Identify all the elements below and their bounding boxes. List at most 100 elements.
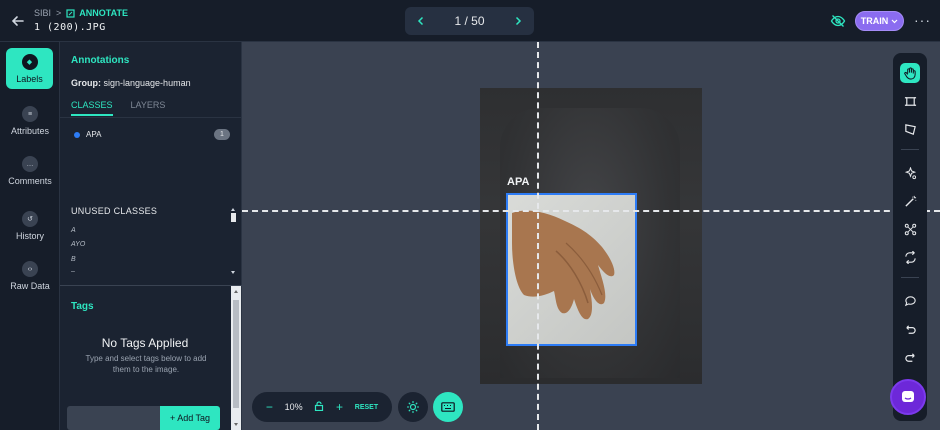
image-filename: 1 (200).JPG xyxy=(34,22,106,33)
undo-icon xyxy=(905,324,916,334)
next-image-button[interactable] xyxy=(512,13,524,29)
keypoint-tool-button[interactable] xyxy=(900,219,920,239)
group-label: Group: xyxy=(71,78,101,88)
comment-icon xyxy=(904,295,916,306)
class-item-apa[interactable]: APA 1 xyxy=(74,129,230,140)
back-arrow-icon[interactable] xyxy=(10,13,26,29)
zoom-level: 10% xyxy=(284,402,303,412)
reset-zoom-button[interactable]: RESET xyxy=(355,404,378,411)
undo-button[interactable] xyxy=(900,319,920,339)
scroll-down-arrow-icon[interactable] xyxy=(234,423,238,426)
zoom-controls: − 10% + RESET xyxy=(252,392,392,422)
rail-item-raw-data[interactable]: ‹› Raw Data xyxy=(0,261,60,291)
tabs-divider xyxy=(60,117,242,118)
tab-layers[interactable]: LAYERS xyxy=(131,100,166,116)
rail-item-comments[interactable]: … Comments xyxy=(0,156,60,186)
keyboard-icon xyxy=(441,402,455,412)
class-color-dot xyxy=(74,131,80,138)
redo-button[interactable] xyxy=(900,347,920,367)
unused-class-item[interactable]: B xyxy=(71,256,76,263)
toolbar-divider xyxy=(901,277,919,278)
rail-item-attributes[interactable]: ≡ Attributes xyxy=(0,106,60,136)
no-tags-title: No Tags Applied xyxy=(101,336,189,350)
unused-class-item[interactable]: – xyxy=(71,268,75,275)
polygon-icon xyxy=(904,123,916,135)
rail-item-history[interactable]: ↺ History xyxy=(0,211,60,241)
rail-item-label: History xyxy=(15,231,44,241)
scroll-up-arrow-icon[interactable] xyxy=(231,208,235,211)
unused-classes-title: UNUSED CLASSES xyxy=(71,206,158,216)
chat-icon xyxy=(902,391,914,402)
previous-image-button[interactable] xyxy=(415,13,427,29)
chevron-right-icon xyxy=(515,16,522,26)
nodes-icon xyxy=(904,223,916,235)
repeat-icon xyxy=(904,250,916,264)
breadcrumb: SIBI > ANNOTATE xyxy=(34,8,128,18)
tab-classes[interactable]: CLASSES xyxy=(71,100,113,116)
bounding-box[interactable] xyxy=(506,193,637,346)
breadcrumb-section: ANNOTATE xyxy=(66,8,128,18)
section-divider xyxy=(60,285,242,286)
tag-input[interactable] xyxy=(67,406,161,430)
rail-item-label: Labels xyxy=(16,73,43,84)
add-tag-button[interactable]: + Add Tag xyxy=(160,406,220,430)
group-value: sign-language-human xyxy=(103,78,191,88)
class-name: APA xyxy=(86,130,102,139)
crosshair-horizontal xyxy=(242,210,940,212)
breadcrumb-section-label: ANNOTATE xyxy=(79,8,128,18)
unused-class-item[interactable]: AYO xyxy=(71,241,85,248)
unused-class-item[interactable]: A xyxy=(71,227,76,234)
group-info: Group: sign-language-human xyxy=(71,78,191,88)
brightness-button[interactable] xyxy=(398,392,428,422)
train-label: TRAIN xyxy=(860,16,889,26)
smart-select-tool-button[interactable] xyxy=(900,163,920,183)
train-button[interactable]: TRAIN xyxy=(855,11,904,31)
panel-title: Annotations xyxy=(71,55,130,66)
rail-item-label: Comments xyxy=(8,176,52,186)
comment-tool-button[interactable] xyxy=(900,291,920,311)
history-icon: ↺ xyxy=(22,211,38,227)
panel-tabs: CLASSES LAYERS xyxy=(71,100,165,116)
repeat-annotation-button[interactable] xyxy=(900,247,920,267)
no-tags-hint: Type and select tags below to add them t… xyxy=(85,354,207,374)
image-pager: 1 / 50 xyxy=(405,7,534,35)
scroll-thumb[interactable] xyxy=(233,300,239,408)
unlock-icon[interactable] xyxy=(314,401,324,413)
scroll-thumb[interactable] xyxy=(231,213,236,222)
magic-wand-icon xyxy=(904,195,916,207)
eye-off-icon[interactable] xyxy=(830,13,846,29)
panel-scrollbar[interactable] xyxy=(231,286,241,430)
annotation-canvas[interactable]: APA xyxy=(242,42,940,430)
unused-classes-scrollbar[interactable] xyxy=(231,208,236,274)
breadcrumb-project[interactable]: SIBI xyxy=(34,8,51,18)
bounding-box-label: APA xyxy=(507,176,530,188)
scroll-down-arrow-icon[interactable] xyxy=(231,271,235,274)
sun-icon xyxy=(407,401,419,413)
annotate-icon xyxy=(66,8,75,18)
rail-item-labels[interactable]: ◆ Labels xyxy=(6,48,53,89)
crosshair-vertical xyxy=(537,42,539,430)
magic-wand-tool-button[interactable] xyxy=(900,191,920,211)
bounding-box-tool-button[interactable] xyxy=(900,91,920,111)
zoom-in-button[interactable]: + xyxy=(336,400,343,414)
annotations-panel: Annotations Group: sign-language-human C… xyxy=(60,42,242,430)
pan-tool-button[interactable] xyxy=(900,63,920,83)
more-options-button[interactable]: ··· xyxy=(914,12,931,28)
side-rail: ◆ Labels ≡ Attributes … Comments ↺ Histo… xyxy=(0,42,60,430)
polygon-tool-button[interactable] xyxy=(900,119,920,139)
code-icon: ‹› xyxy=(22,261,38,277)
top-bar: SIBI > ANNOTATE 1 (200).JPG 1 / 50 TRAIN… xyxy=(0,0,940,42)
hand-image xyxy=(512,210,615,320)
scroll-up-arrow-icon[interactable] xyxy=(234,290,238,293)
support-chat-button[interactable] xyxy=(890,379,926,415)
crop-square-icon xyxy=(904,96,916,106)
rail-item-label: Attributes xyxy=(10,126,50,136)
rail-item-label: Raw Data xyxy=(10,281,50,291)
keyboard-shortcuts-button[interactable] xyxy=(433,392,463,422)
zoom-out-button[interactable]: − xyxy=(266,400,273,414)
tags-title: Tags xyxy=(71,301,94,312)
hand-icon xyxy=(903,66,916,80)
sparkle-icon xyxy=(904,166,916,179)
redo-icon xyxy=(904,352,915,362)
class-count-badge: 1 xyxy=(214,129,230,140)
